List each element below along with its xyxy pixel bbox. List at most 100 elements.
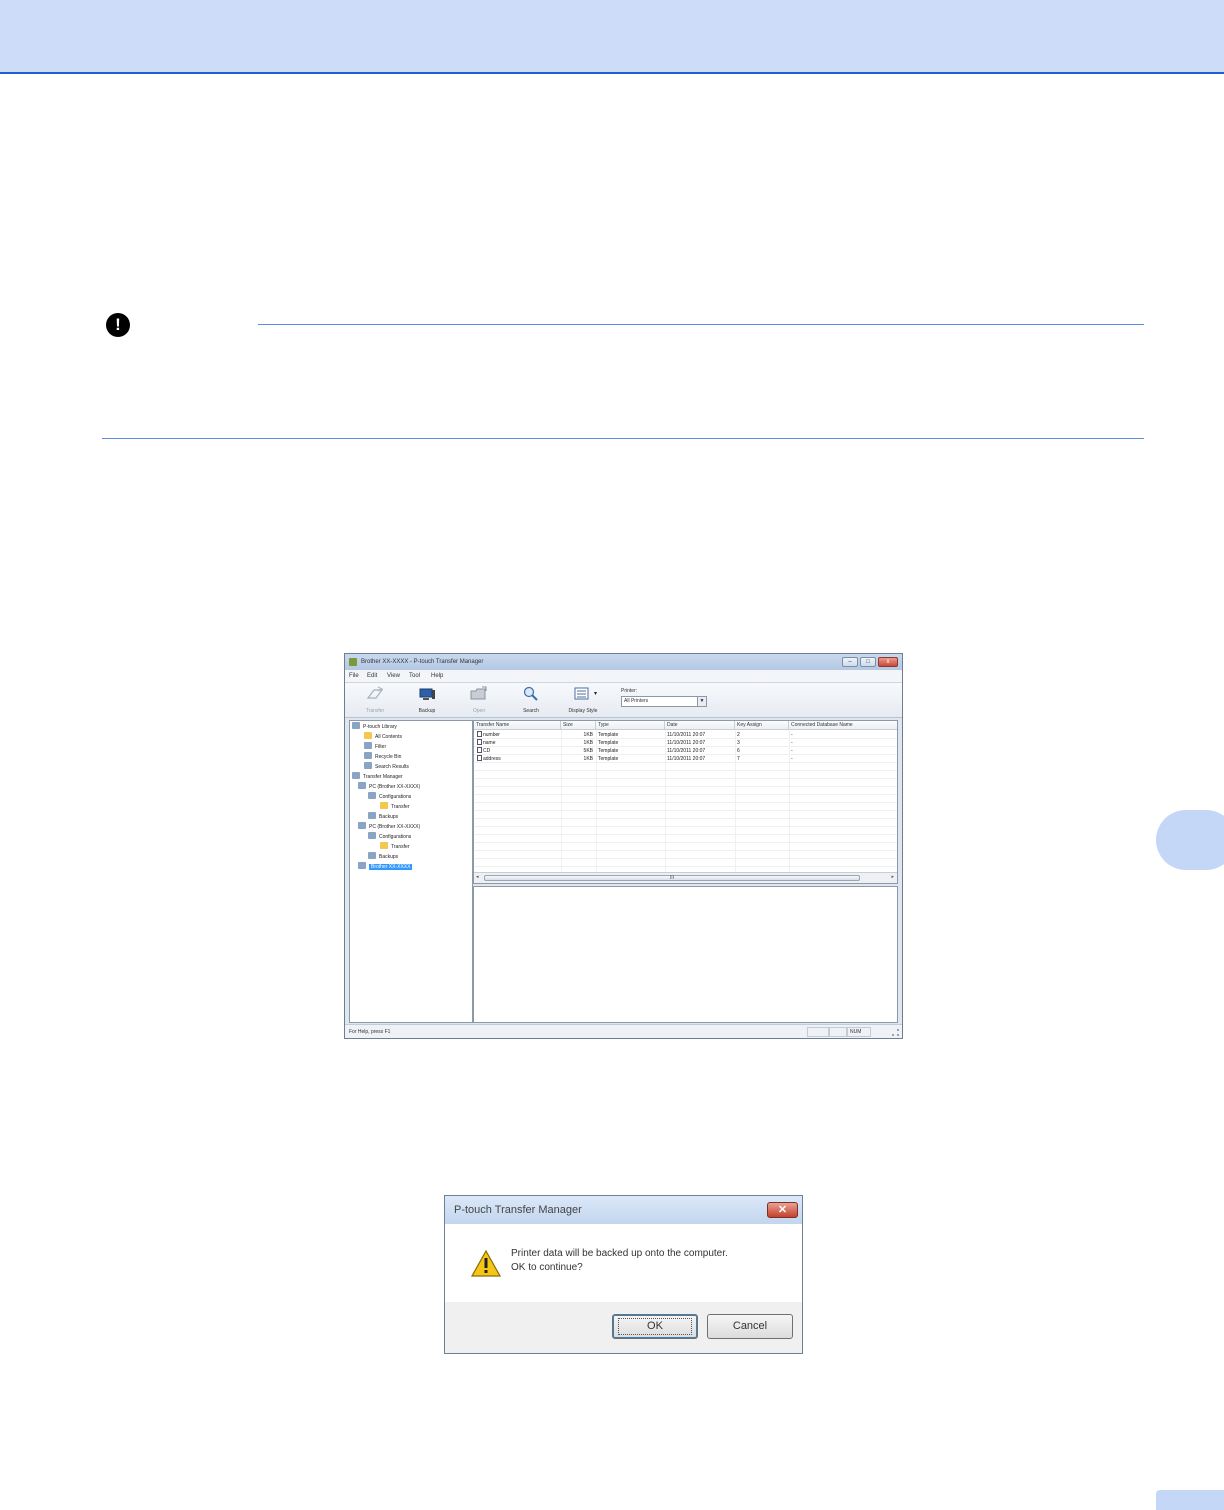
tree-item-backups-1[interactable]: Backups (368, 812, 398, 822)
cell-size: 1KB (583, 756, 593, 762)
scroll-thumb[interactable]: III (484, 875, 860, 881)
transfer-button[interactable]: Transfer (353, 686, 397, 716)
chevron-down-icon[interactable]: ▼ (697, 697, 706, 706)
cell-date: 11/10/2011 20:07 (667, 740, 706, 746)
table-row[interactable]: address 1KB Template 11/10/2011 20:07 7 … (474, 755, 897, 763)
column-header-transfer-name[interactable]: Transfer Name (474, 721, 561, 730)
search-icon (523, 686, 538, 701)
tree-item-search-results[interactable]: Search Results (364, 762, 409, 772)
tree-item-transfer-2[interactable]: Transfer (380, 842, 409, 852)
tree-item-transfer-1[interactable]: Transfer (380, 802, 409, 812)
cell-date: 11/10/2011 20:07 (667, 748, 706, 754)
display-style-button[interactable]: ▾ Display Style (561, 686, 605, 716)
backup-button[interactable]: Backup (405, 686, 449, 716)
ok-button[interactable]: OK (612, 1314, 698, 1339)
cell-database-name: - (791, 756, 793, 762)
empty-row (474, 835, 897, 843)
empty-row (474, 803, 897, 811)
cell-key-assign: 7 (737, 756, 740, 762)
list-header: Transfer Name Size Type Date Key Assign … (474, 721, 897, 730)
dialog-close-button[interactable]: ✕ (767, 1202, 798, 1218)
cell-key-assign: 3 (737, 740, 740, 746)
printer-select-value: All Printers (624, 698, 649, 704)
tree-item-pc-2[interactable]: PC (Brother XX-XXXX) (358, 822, 420, 832)
empty-row (474, 763, 897, 771)
scroll-left-icon[interactable]: ◂ (476, 874, 479, 880)
cell-transfer-name: name (483, 740, 496, 746)
printer-icon (358, 862, 366, 869)
tree-item-configurations-1[interactable]: Configurations (368, 792, 411, 802)
dialog-message-line-2: OK to continue? (511, 1262, 583, 1273)
open-button[interactable]: Open (457, 686, 501, 716)
transfer-list: Transfer Name Size Type Date Key Assign … (473, 720, 898, 884)
cell-type: Template (598, 748, 619, 754)
cell-database-name: - (791, 732, 793, 738)
cell-database-name: - (791, 740, 793, 746)
tree-item-pc-1[interactable]: PC (Brother XX-XXXX) (358, 782, 420, 792)
scroll-right-icon[interactable]: ▸ (891, 874, 894, 880)
close-button[interactable]: x (878, 657, 898, 667)
status-cell (829, 1027, 847, 1037)
window-titlebar: Brother XX-XXXX - P-touch Transfer Manag… (345, 654, 902, 670)
status-text: For Help, press F1 (349, 1029, 391, 1035)
library-icon (352, 722, 360, 729)
configurations-icon (368, 832, 376, 839)
cell-date: 11/10/2011 20:07 (667, 732, 706, 738)
backups-icon (368, 852, 376, 859)
column-header-type[interactable]: Type (596, 721, 665, 730)
tree-item-configurations-2[interactable]: Configurations (368, 832, 411, 842)
display-style-dropdown-icon[interactable]: ▾ (594, 690, 597, 697)
tree-item-backups-2[interactable]: Backups (368, 852, 398, 862)
recycle-bin-icon (364, 752, 372, 759)
empty-row (474, 787, 897, 795)
ok-button-label: OK (618, 1318, 692, 1335)
empty-row (474, 859, 897, 867)
folder-icon (380, 842, 388, 849)
dialog-message: Printer data will be backed up onto the … (511, 1247, 728, 1275)
status-num: NUM (847, 1027, 871, 1037)
empty-row (474, 827, 897, 835)
column-header-connected-database-name[interactable]: Connected Database Name (789, 721, 897, 730)
search-button[interactable]: Search (509, 686, 553, 716)
minimize-button[interactable]: – (842, 657, 858, 667)
folder-icon (380, 802, 388, 809)
maximize-button[interactable]: □ (860, 657, 876, 667)
resize-grip-icon[interactable] (892, 1029, 899, 1036)
cell-size: 1KB (583, 740, 593, 746)
chapter-tab (1156, 810, 1224, 870)
tree-item-transfer-manager[interactable]: Transfer Manager (352, 772, 403, 782)
menu-view[interactable]: View (387, 673, 400, 679)
tree-item-filter[interactable]: Filter (364, 742, 386, 752)
folder-icon (364, 732, 372, 739)
printer-select[interactable]: All Printers ▼ (621, 696, 707, 707)
menu-edit[interactable]: Edit (367, 673, 377, 679)
backup-confirm-dialog: P-touch Transfer Manager ✕ Printer data … (444, 1195, 803, 1354)
filter-icon (364, 742, 372, 749)
template-file-icon (477, 755, 482, 761)
column-header-date[interactable]: Date (665, 721, 735, 730)
transfer-icon (366, 686, 384, 699)
empty-row (474, 811, 897, 819)
table-row[interactable]: name 1KB Template 11/10/2011 20:07 3 - (474, 739, 897, 747)
tree-item-all-contents[interactable]: All Contents (364, 732, 402, 742)
table-row[interactable]: CD 5KB Template 11/10/2011 20:07 6 - (474, 747, 897, 755)
table-row[interactable]: number 1KB Template 11/10/2011 20:07 2 - (474, 731, 897, 739)
column-header-size[interactable]: Size (561, 721, 596, 730)
dialog-body: Printer data will be backed up onto the … (445, 1224, 802, 1302)
tree-item-ptouch-library[interactable]: P-touch Library (352, 722, 397, 732)
menu-help[interactable]: Help (431, 673, 443, 679)
empty-row (474, 851, 897, 859)
empty-row (474, 795, 897, 803)
status-bar: For Help, press F1 NUM (345, 1024, 902, 1038)
column-header-key-assign[interactable]: Key Assign (735, 721, 789, 730)
empty-row (474, 819, 897, 827)
tree-item-printer-selected[interactable]: Brother XX-XXXX (358, 862, 413, 872)
menu-file[interactable]: File (349, 673, 359, 679)
status-cell (807, 1027, 829, 1037)
cell-size: 1KB (583, 732, 593, 738)
menu-tool[interactable]: Tool (409, 673, 420, 679)
cell-date: 11/10/2011 20:07 (667, 756, 706, 762)
cancel-button[interactable]: Cancel (707, 1314, 793, 1339)
horizontal-scrollbar[interactable]: ◂ III ▸ (474, 872, 897, 883)
tree-item-recycle-bin[interactable]: Recycle Bin (364, 752, 401, 762)
